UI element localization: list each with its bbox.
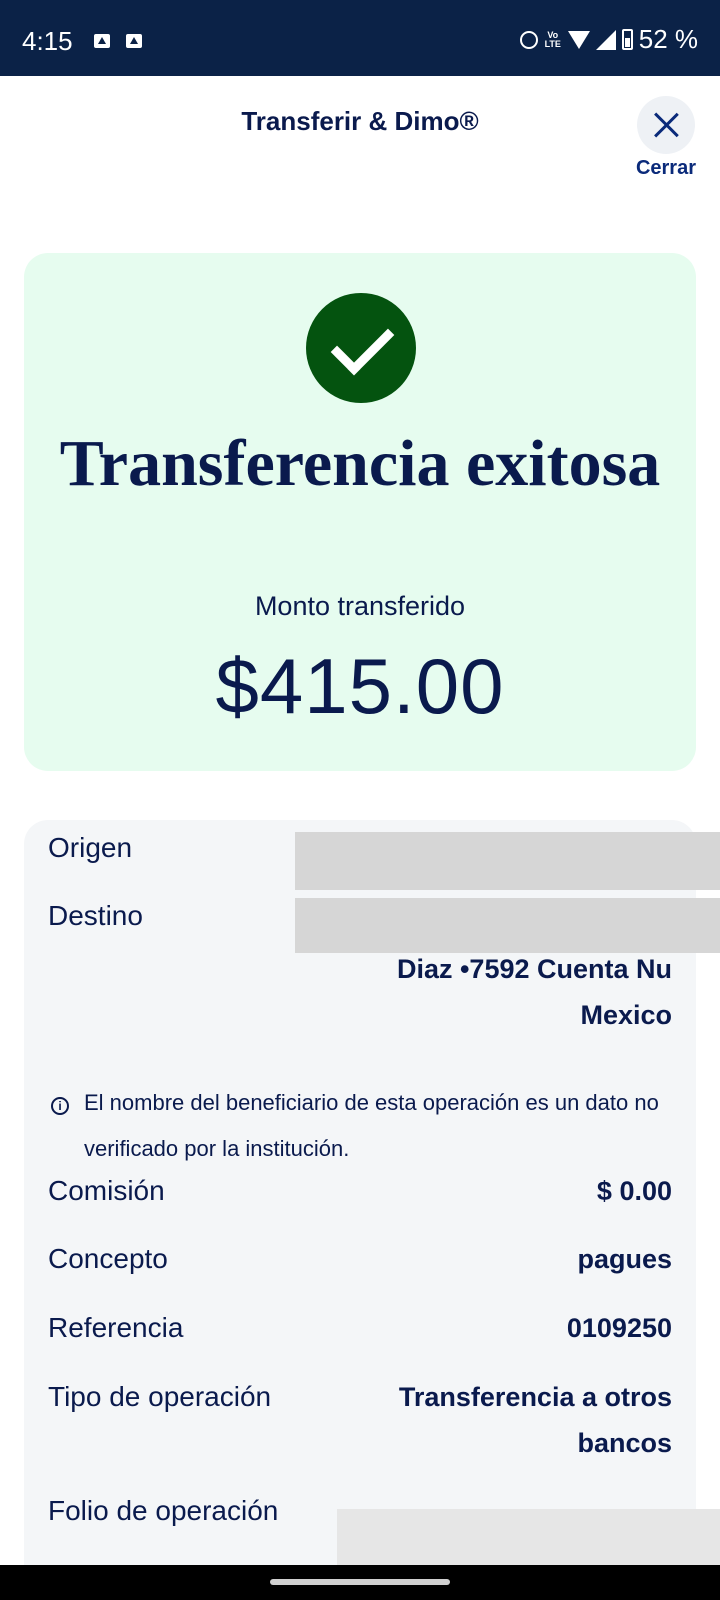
close-button-label[interactable]: Cerrar [0, 157, 720, 180]
redacted-destino [295, 898, 720, 953]
notification-icons [94, 34, 142, 48]
wifi-icon [567, 30, 590, 49]
success-card: Transferencia exitosa Monto transferido … [24, 253, 696, 771]
destino-label: Destino [48, 900, 143, 931]
battery-icon [621, 29, 633, 50]
folio-label: Folio de operación [48, 1495, 279, 1526]
volte-icon: Vo LTE [544, 29, 561, 49]
status-bar: 4:15 Vo LTE 52 % [0, 0, 720, 76]
redacted-origen [295, 832, 720, 890]
concepto-value: pagues [577, 1244, 672, 1274]
status-indicators: Vo LTE 52 % [519, 24, 698, 55]
close-icon[interactable] [637, 96, 695, 154]
comision-label: Comisión [48, 1175, 165, 1206]
info-icon: i [51, 1097, 69, 1115]
amount-value: $415.00 [215, 642, 505, 730]
app-notification-icon [126, 34, 142, 48]
home-handle[interactable] [270, 1579, 450, 1585]
alarm-icon [519, 30, 538, 49]
status-time: 4:15 [22, 26, 73, 56]
beneficiary-note: El nombre del beneficiario de esta opera… [84, 1090, 659, 1161]
comision-value: $ 0.00 [596, 1176, 672, 1206]
success-title: Transferencia exitosa [59, 427, 661, 500]
redacted-folio [337, 1509, 720, 1569]
check-icon [306, 293, 416, 403]
destino-value: Diaz •7592 Cuenta Nu Mexico [396, 954, 672, 1030]
battery-percent: 52 % [638, 24, 698, 54]
amount-label: Monto transferido [254, 591, 466, 621]
signal-icon [595, 29, 616, 50]
origen-label: Origen [48, 832, 133, 863]
tipo-operacion-value: Transferencia a otros bancos [398, 1382, 672, 1458]
app-notification-icon [94, 34, 110, 48]
navigation-bar [0, 1565, 720, 1600]
referencia-label: Referencia [48, 1312, 184, 1343]
page-title: Transferir & Dimo® [241, 106, 479, 136]
referencia-value: 0109250 [566, 1313, 672, 1343]
concepto-label: Concepto [48, 1243, 168, 1274]
tipo-operacion-label: Tipo de operación [48, 1381, 272, 1412]
